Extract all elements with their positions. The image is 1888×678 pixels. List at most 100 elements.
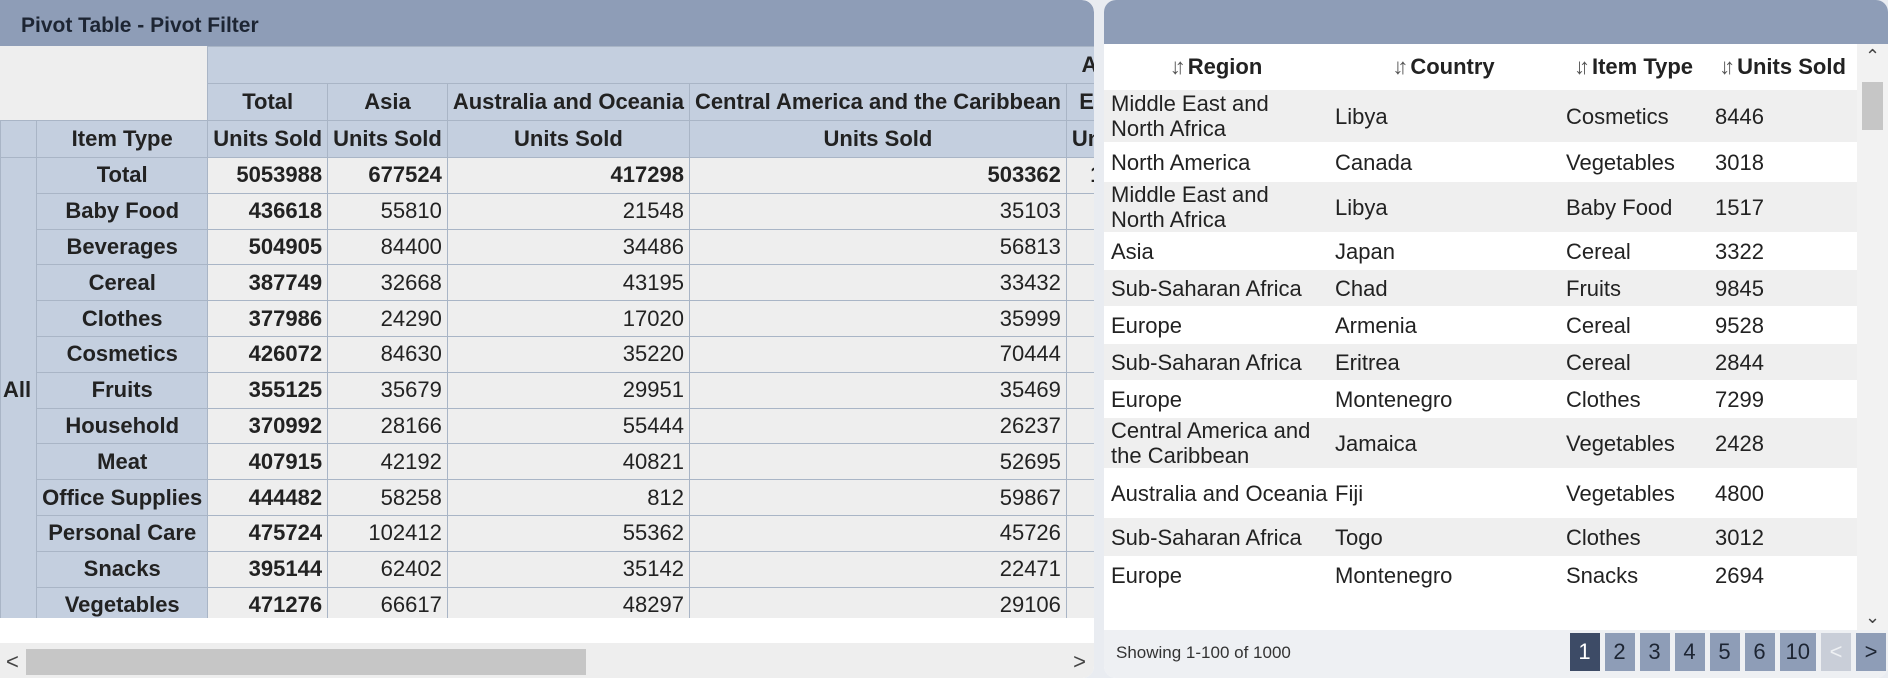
col-header[interactable]: Total	[207, 83, 329, 121]
sort-icon[interactable]: ↓↑	[1719, 54, 1735, 80]
grid-cell: 8446	[1715, 103, 1764, 129]
row-label[interactable]: Fruits	[36, 371, 209, 409]
column-header-country[interactable]: ↓↑ Country	[1328, 44, 1559, 90]
grid-cell: Europe	[1111, 386, 1182, 412]
prev-page-button[interactable]: <	[1821, 633, 1851, 671]
row-dim-all-label[interactable]: All	[0, 156, 38, 618]
grid-row[interactable]: Middle East and North Africa Libya Cosmeti…	[1104, 90, 1857, 142]
row-label[interactable]: Meat	[36, 443, 209, 481]
grid-row[interactable]: Asia Japan Cereal 3322	[1104, 232, 1857, 270]
pivot-cell	[1065, 264, 1094, 302]
pivot-cell: 66617	[327, 586, 448, 618]
pivot-cell: 377986	[207, 300, 329, 337]
page-button-6[interactable]: 6	[1744, 633, 1775, 671]
grid-row[interactable]: Australia and Oceania Fiji Vegetables 4800	[1104, 468, 1857, 518]
grid-cell: Fruits	[1566, 275, 1621, 301]
pivot-row: Clothes3779862429017020359991	[1, 300, 1094, 337]
col-dim-all-label[interactable]: All	[207, 46, 1094, 84]
pivot-cell: 436618	[207, 192, 329, 230]
page-button-2[interactable]: 2	[1604, 633, 1635, 671]
pivot-cell: 387749	[207, 264, 329, 302]
pivot-cell: 426072	[207, 335, 329, 373]
measure-header: Units Sold	[207, 120, 329, 158]
measure-header: Unit	[1065, 120, 1094, 158]
pivot-cell: 504905	[207, 228, 329, 266]
grid-cell: 3322	[1715, 238, 1764, 264]
grid-cell: Australia and Oceania	[1111, 480, 1328, 506]
scroll-right-icon[interactable]: >	[1073, 649, 1086, 675]
row-label[interactable]: Office Supplies	[36, 479, 209, 516]
row-label[interactable]: Cereal	[36, 264, 209, 302]
pivot-cell: 40821	[446, 443, 690, 481]
pivot-cell: 22471	[688, 550, 1067, 588]
grid-cell: Japan	[1335, 238, 1395, 264]
sort-icon[interactable]: ↓↑	[1574, 54, 1590, 80]
next-page-button[interactable]: >	[1856, 633, 1886, 671]
scroll-down-icon[interactable]: ⌄	[1865, 607, 1880, 628]
grid-cell: Snacks	[1566, 562, 1639, 588]
pivot-measure-row: Item Type Units Sold Units Sold Units Sold U…	[0, 120, 1094, 158]
scroll-up-icon[interactable]: ⌃	[1865, 46, 1880, 67]
vertical-scrollbar[interactable]: ⌃ ⌄	[1857, 44, 1888, 630]
grid-row[interactable]: North America Canada Vegetables 3018	[1104, 142, 1857, 182]
pivot-corner	[0, 46, 208, 121]
sort-icon[interactable]: ↓↑	[1170, 54, 1186, 80]
grid-row[interactable]: Middle East and North Africa Libya Baby Fo…	[1104, 182, 1857, 232]
vertical-scroll-thumb[interactable]	[1862, 82, 1883, 130]
col-header[interactable]: Central America and the Caribbean	[688, 83, 1067, 121]
pivot-cell: 17020	[446, 300, 690, 337]
column-header-item-type[interactable]: ↓↑ Item Type	[1559, 44, 1708, 90]
pivot-cell: 1	[1065, 514, 1094, 552]
pivot-cell: 26237	[688, 407, 1067, 445]
pivot-cell: 1	[1065, 550, 1094, 588]
pivot-cell: 1	[1065, 228, 1094, 266]
grid-cell: Montenegro	[1335, 562, 1453, 588]
grid-cell: Cereal	[1566, 238, 1631, 264]
grid-row[interactable]: Sub-Saharan Africa Eritrea Cereal 2844	[1104, 344, 1857, 380]
horizontal-scroll-thumb[interactable]	[26, 649, 586, 675]
page-button-1[interactable]: 1	[1569, 633, 1600, 671]
grid-cell: Cereal	[1566, 349, 1631, 375]
grid-row[interactable]: Europe Montenegro Clothes 7299	[1104, 380, 1857, 418]
pivot-cell: 35142	[446, 550, 690, 588]
grid-row[interactable]: Europe Armenia Cereal 9528	[1104, 306, 1857, 344]
row-label[interactable]: Vegetables	[36, 586, 209, 618]
col-header[interactable]: Australia and Oceania	[446, 83, 690, 121]
row-label[interactable]: Cosmetics	[36, 335, 209, 373]
row-label[interactable]: Beverages	[36, 228, 209, 266]
scroll-left-icon[interactable]: <	[6, 649, 19, 675]
row-label[interactable]: Household	[36, 407, 209, 445]
col-header[interactable]: Asia	[327, 83, 448, 121]
pivot-cell	[1065, 443, 1094, 481]
row-dim-label[interactable]: Item Type	[36, 120, 209, 158]
page-button-3[interactable]: 3	[1639, 633, 1670, 671]
grid-row[interactable]: Sub-Saharan Africa Togo Clothes 3012	[1104, 518, 1857, 556]
column-header-units-sold[interactable]: ↓↑ Units Sold	[1708, 44, 1857, 90]
grid-cell: Central America and the Caribbean	[1111, 418, 1311, 468]
row-label[interactable]: Total	[36, 157, 209, 194]
pivot-row: AllTotal505398867752441729850336212	[0, 156, 1094, 618]
page-button-5[interactable]: 5	[1709, 633, 1740, 671]
page-button-4[interactable]: 4	[1674, 633, 1705, 671]
grid-row[interactable]: Sub-Saharan Africa Chad Fruits 9845	[1104, 270, 1857, 306]
column-header-region[interactable]: ↓↑ Region	[1104, 44, 1328, 90]
pivot-cell: 417298	[446, 157, 690, 194]
col-header[interactable]: Eu	[1065, 83, 1094, 121]
grid-row[interactable]: Central America and the Caribbean Jamaica…	[1104, 418, 1857, 468]
row-label[interactable]: Personal Care	[36, 514, 209, 552]
measure-header: Units Sold	[446, 120, 690, 158]
column-header-label: Region	[1187, 54, 1263, 79]
grid-cell: Cereal	[1566, 312, 1631, 338]
pivot-cell: 102412	[327, 514, 448, 552]
row-label[interactable]: Baby Food	[36, 192, 209, 230]
grid-row[interactable]: Europe Montenegro Snacks 2694	[1104, 556, 1857, 594]
pivot-cell: 59867	[688, 479, 1067, 516]
grid-cell: Vegetables	[1566, 480, 1675, 506]
data-grid-header: ↓↑ Region ↓↑ Country ↓↑ Item Type ↓↑ Units Sold	[1104, 44, 1857, 90]
row-label[interactable]: Clothes	[36, 300, 209, 337]
page-button-10[interactable]: 10	[1779, 633, 1816, 671]
sort-icon[interactable]: ↓↑	[1392, 54, 1408, 80]
grid-cell: Libya	[1335, 194, 1388, 220]
row-label[interactable]: Snacks	[36, 550, 209, 588]
horizontal-scrollbar[interactable]: < >	[0, 643, 1094, 678]
